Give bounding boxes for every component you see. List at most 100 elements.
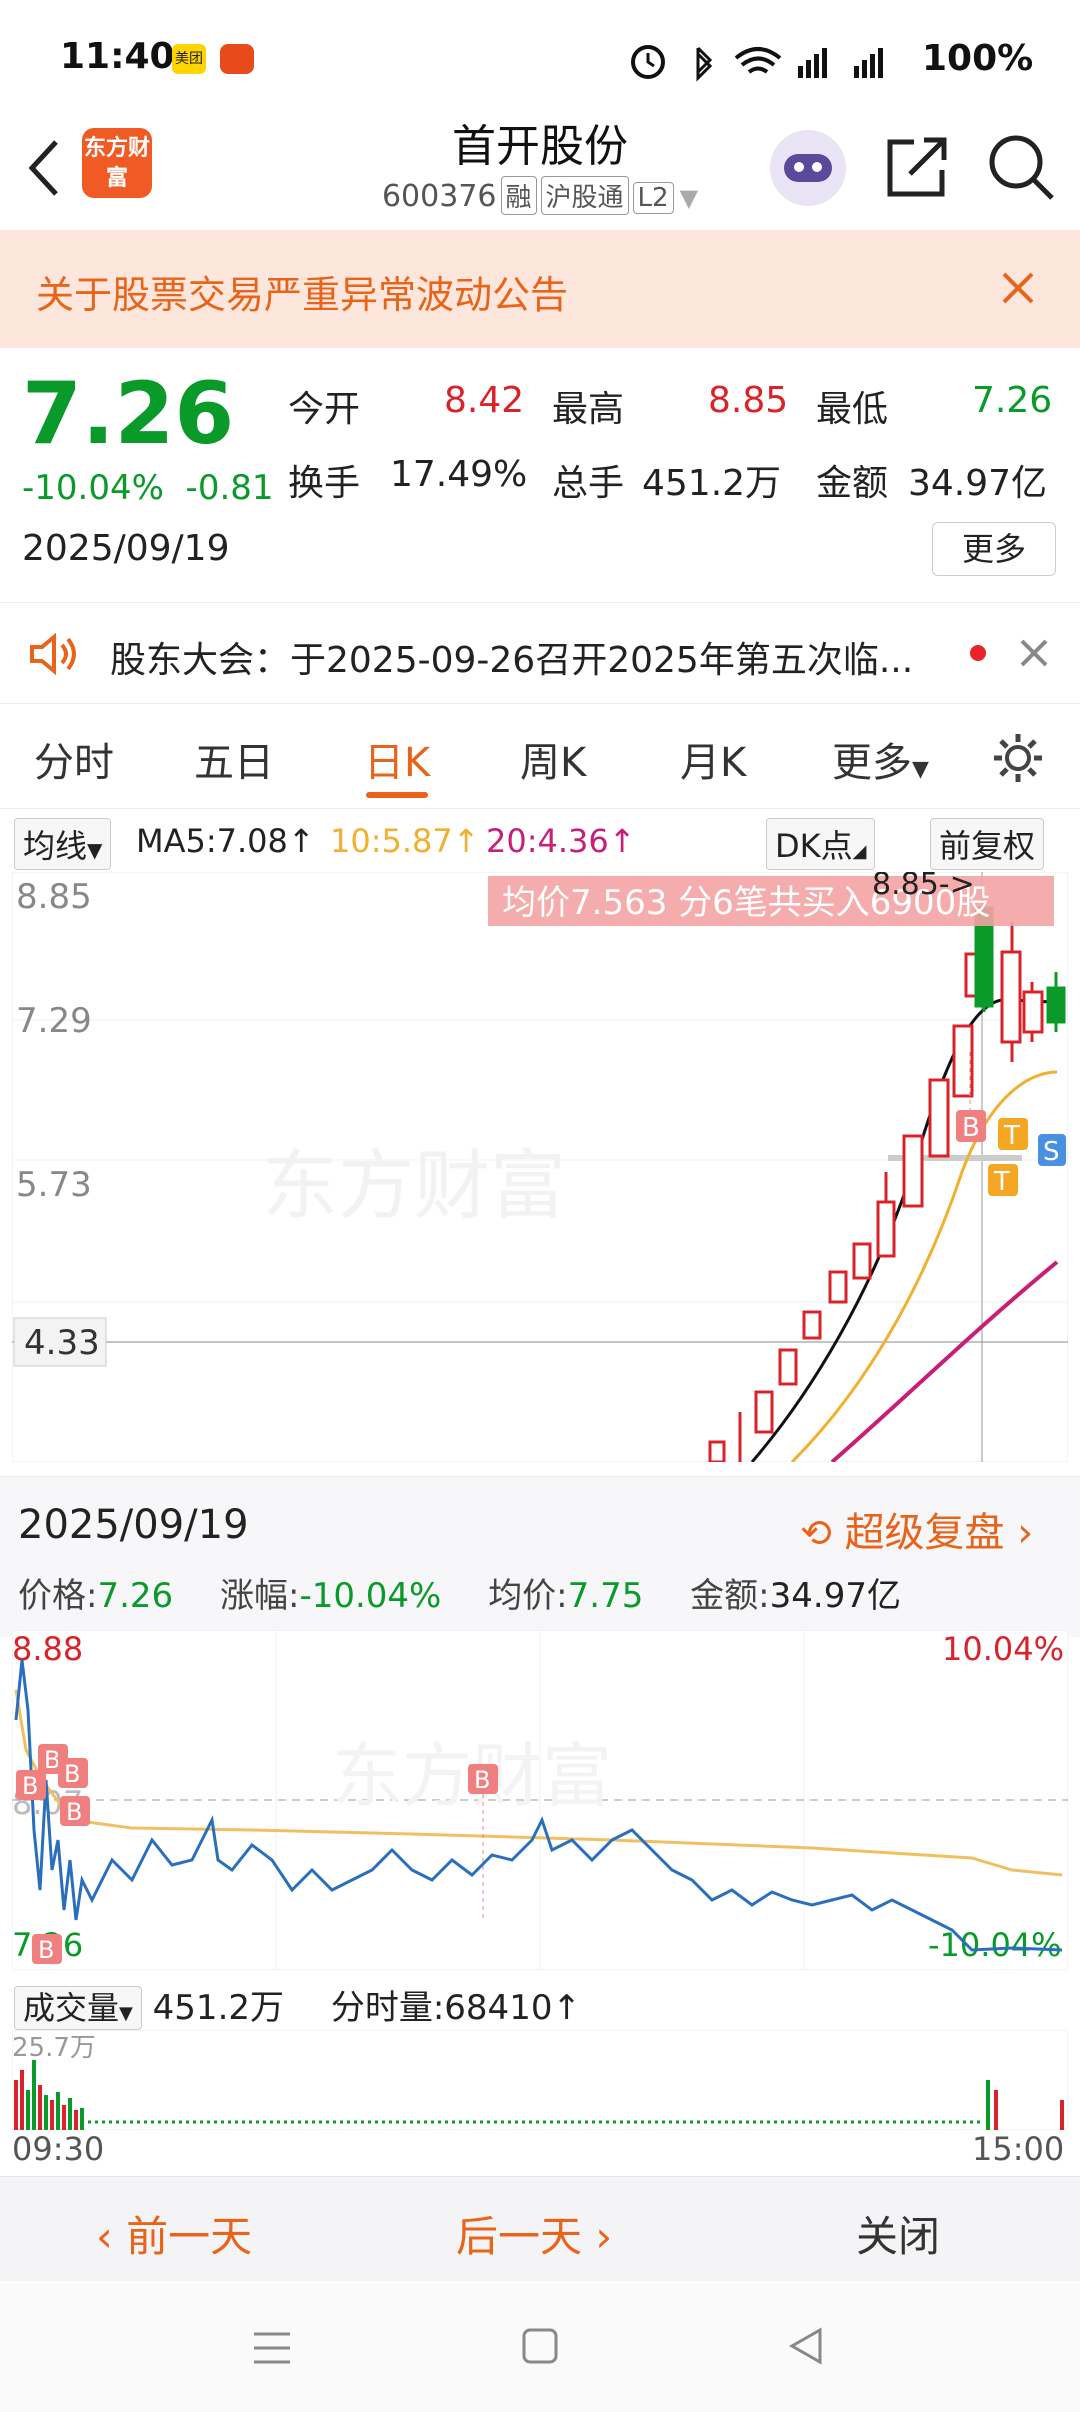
tab-weekly-k[interactable]: 周K (520, 730, 586, 788)
kline-chart[interactable]: 东方财富 8.85 7.29 5.73 4.33 均价7.563 分6笔共买入6… (12, 872, 1068, 1462)
intraday-down-pct: -10.04% (928, 1926, 1062, 1964)
ma5-value: MA5:7.08↑ (136, 822, 315, 860)
chevron-right-icon: › (582, 2212, 613, 2261)
ma10-value: 10:5.87↑ (330, 822, 480, 860)
notice-text: 关于股票交易严重异常波动公告 (36, 273, 569, 317)
tab-five-day[interactable]: 五日 (194, 730, 274, 788)
abnormal-notice-banner[interactable]: 关于股票交易严重异常波动公告 (0, 230, 1080, 348)
chevron-right-icon: › (1017, 1510, 1034, 1556)
low-label: 最低 (816, 389, 889, 430)
kline-watermark: 东方财富 (262, 1141, 566, 1230)
close-icon[interactable] (1000, 270, 1036, 306)
b-marker: B (38, 1936, 54, 1964)
tag-margin: 融 (500, 176, 537, 215)
status-bar: 11:40 美团 100% (0, 0, 1080, 120)
close-button[interactable]: 关闭 (856, 2203, 940, 2264)
speaker-icon (30, 632, 76, 676)
wifi-icon (734, 47, 782, 74)
volume-label: 总手 (552, 463, 625, 504)
y-label-2: 7.29 (16, 1001, 92, 1041)
candle (828, 1270, 848, 1304)
b-marker: B (474, 1766, 490, 1794)
detail-date: 2025/09/19 (18, 1502, 249, 1548)
amount-label: 金额 (816, 463, 889, 504)
next-day-button[interactable]: 后一天 › (456, 2203, 612, 2264)
adjust-button[interactable]: 前复权 (930, 818, 1045, 870)
bluetooth-icon (696, 46, 713, 82)
detail-info-row: 价格:7.26 涨幅:-10.04% 均价:7.75 金额:34.97亿 (18, 1576, 901, 1616)
battery-percent: 100% (922, 38, 1034, 79)
app-notification-icon (220, 44, 254, 74)
chevron-left-icon: ‹ (96, 2212, 127, 2261)
b-marker: B (66, 1798, 82, 1826)
turnover-label: 换手 (288, 463, 361, 504)
close-announcement-icon[interactable] (1018, 637, 1050, 669)
candle (852, 1242, 872, 1280)
volume-scale: 25.7万 (12, 2033, 96, 2063)
chart-tabs: 分时 五日 日K 周K 月K 更多▼ (0, 712, 1080, 809)
turnover-value: 17.49% (390, 454, 528, 495)
marker-t2: T (993, 1167, 1010, 1197)
amount-value: 34.97亿 (908, 463, 1048, 504)
ai-assistant-icon[interactable] (770, 130, 846, 206)
high-label: 最高 (552, 389, 625, 430)
active-tab-indicator (366, 792, 428, 798)
prev-day-button[interactable]: ‹ 前一天 (96, 2203, 252, 2264)
day-navigation-bar: ‹ 前一天 后一天 › 关闭 (0, 2176, 1080, 2281)
marker-buy: B (962, 1113, 980, 1143)
volume-total: 451.2万 (152, 1988, 285, 2028)
ma-select[interactable]: 均线▼ (14, 818, 112, 870)
announcement-bar[interactable]: 股东大会：于2025-09-26召开2025年第五次临... (0, 602, 1080, 704)
marker-t1: T (1003, 1121, 1020, 1151)
tag-l2: L2 (632, 182, 674, 214)
dk-point-button[interactable]: DK点◢ (766, 818, 876, 870)
meituan-icon: 美团 (172, 44, 206, 74)
y-label-3: 5.73 (16, 1165, 92, 1205)
volume-chart: 25.7万 (12, 2030, 1068, 2130)
b-marker: B (44, 1746, 60, 1774)
open-value: 8.42 (444, 380, 525, 421)
search-icon[interactable] (986, 132, 1056, 202)
volume-row: 成交量▼ 451.2万 分时量:68410↑ (14, 1980, 581, 2030)
menu-icon[interactable] (250, 2328, 294, 2368)
time-end: 15:00 (972, 2130, 1065, 2168)
candle (876, 1200, 896, 1258)
more-button[interactable]: 更多 (932, 522, 1056, 576)
intraday-up-pct: 10.04% (942, 1630, 1064, 1668)
time-start: 09:30 (12, 2130, 105, 2168)
candle (1000, 950, 1022, 1044)
tab-daily-k[interactable]: 日K (364, 730, 430, 788)
tab-monthly-k[interactable]: 月K (680, 730, 746, 788)
candle (1046, 986, 1066, 1024)
intraday-chart[interactable]: 东方财富 8.88 8.07 7.26 10.04% -10.04% B B B… (12, 1630, 1068, 1970)
high-value: 8.85 (708, 380, 789, 421)
announcement-text: 股东大会：于2025-09-26召开2025年第五次临... (110, 640, 914, 681)
stock-code: 600376 (381, 179, 497, 214)
tab-more[interactable]: 更多▼ (832, 730, 929, 788)
back-nav-icon[interactable] (786, 2326, 826, 2366)
high-marker: 8.85-> (872, 872, 975, 902)
candle (708, 1440, 726, 1462)
system-nav-bar (0, 2284, 1080, 2412)
candle (928, 1078, 950, 1158)
status-time: 11:40 (60, 36, 175, 77)
candle (902, 1134, 924, 1208)
b-marker: B (22, 1772, 38, 1800)
history-icon: ⟲ (800, 1511, 832, 1555)
tab-intraday[interactable]: 分时 (34, 730, 114, 788)
price-change: -10.04% -0.81 (22, 468, 274, 508)
low-value: 7.26 (972, 380, 1053, 421)
candle (1022, 990, 1044, 1034)
super-review-button[interactable]: ⟲ 超级复盘 › (800, 1500, 1033, 1558)
candle (778, 1348, 798, 1386)
settings-icon[interactable] (990, 730, 1046, 786)
share-icon[interactable] (884, 132, 952, 200)
y-label-top: 8.85 (16, 877, 92, 917)
candle (952, 1024, 974, 1098)
ma-row: 均线▼ MA5:7.08↑ 10:5.87↑ 20:4.36↑ DK点◢ 前复权 (0, 812, 1080, 872)
minute-volume: 68410↑ (444, 1988, 581, 2028)
home-icon[interactable] (520, 2326, 560, 2366)
marker-sell: S (1043, 1137, 1060, 1167)
volume-select[interactable]: 成交量▼ (14, 1986, 142, 2030)
b-marker: B (64, 1760, 80, 1788)
